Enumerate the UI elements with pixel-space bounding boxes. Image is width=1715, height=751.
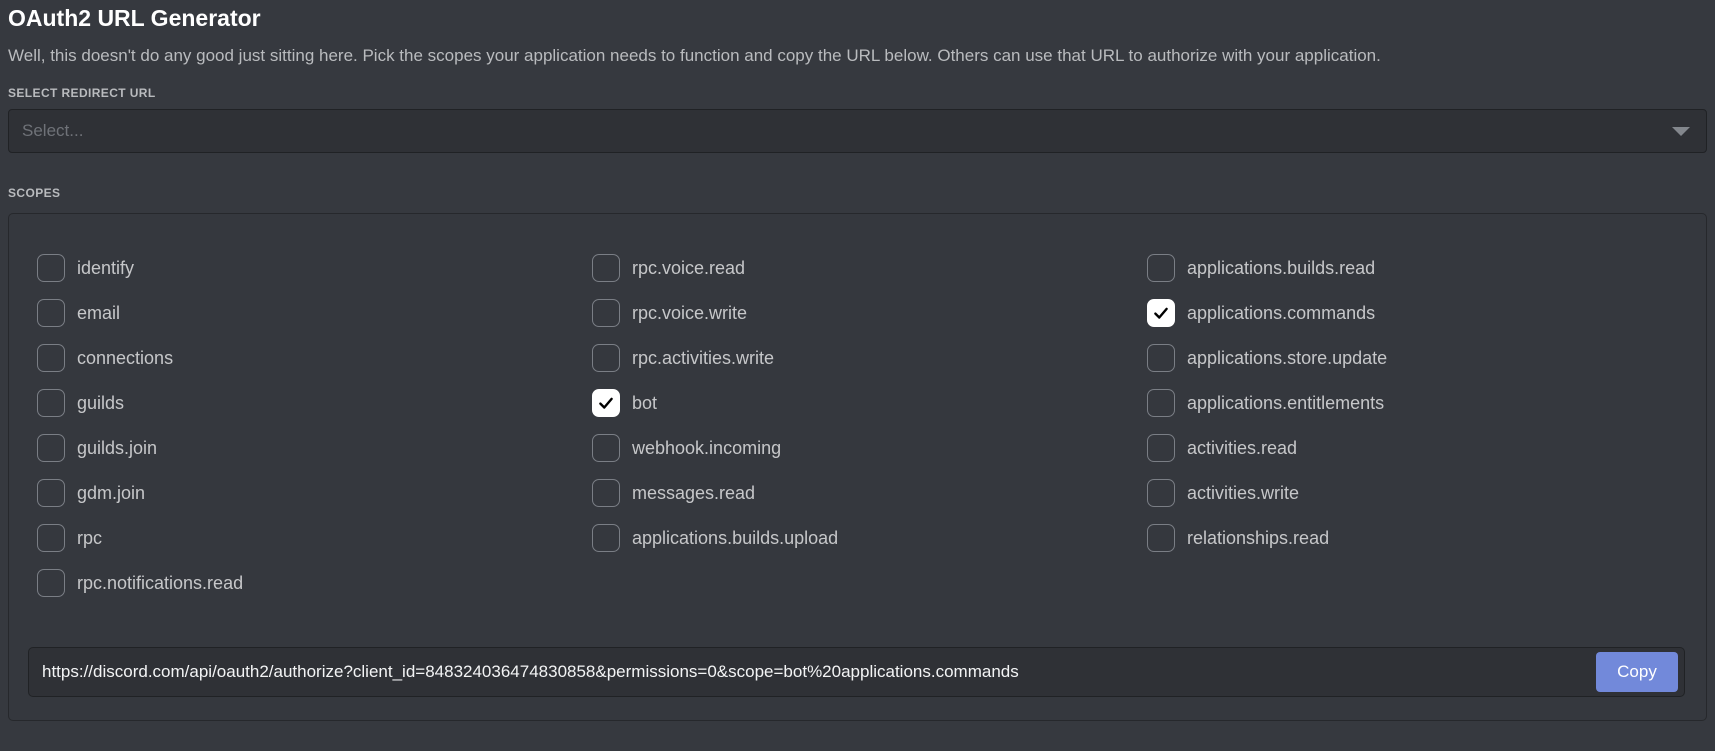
scope-row-rpc.notifications.read[interactable]: rpc.notifications.read (37, 569, 592, 597)
scope-row-rpc[interactable]: rpc (37, 524, 592, 552)
scope-row-applications.builds.upload[interactable]: applications.builds.upload (592, 524, 1147, 552)
scope-label: guilds.join (77, 438, 157, 459)
scope-label: activities.write (1187, 483, 1299, 504)
scope-row-bot[interactable]: bot (592, 389, 1147, 417)
scope-row-webhook.incoming[interactable]: webhook.incoming (592, 434, 1147, 462)
scope-checkbox-bot[interactable] (592, 389, 620, 417)
checkmark-icon (1152, 304, 1170, 322)
scope-row-connections[interactable]: connections (37, 344, 592, 372)
scope-label: applications.entitlements (1187, 393, 1384, 414)
scope-checkbox-guilds.join[interactable] (37, 434, 65, 462)
scope-label: rpc (77, 528, 102, 549)
scope-row-activities.read[interactable]: activities.read (1147, 434, 1702, 462)
scope-checkbox-applications.builds.read[interactable] (1147, 254, 1175, 282)
scope-checkbox-applications.builds.upload[interactable] (592, 524, 620, 552)
scope-label: applications.commands (1187, 303, 1375, 324)
oauth-url-text[interactable]: https://discord.com/api/oauth2/authorize… (42, 662, 1596, 682)
scope-checkbox-applications.store.update[interactable] (1147, 344, 1175, 372)
scope-row-messages.read[interactable]: messages.read (592, 479, 1147, 507)
scope-checkbox-messages.read[interactable] (592, 479, 620, 507)
oauth2-url-generator-page: OAuth2 URL Generator Well, this doesn't … (0, 0, 1715, 721)
checkmark-icon (597, 394, 615, 412)
scope-checkbox-rpc.voice.write[interactable] (592, 299, 620, 327)
scope-label: webhook.incoming (632, 438, 781, 459)
scope-row-applications.store.update[interactable]: applications.store.update (1147, 344, 1702, 372)
scope-row-activities.write[interactable]: activities.write (1147, 479, 1702, 507)
scope-row-applications.entitlements[interactable]: applications.entitlements (1147, 389, 1702, 417)
scope-label: relationships.read (1187, 528, 1329, 549)
scope-label: applications.store.update (1187, 348, 1387, 369)
scope-checkbox-identify[interactable] (37, 254, 65, 282)
redirect-url-label: SELECT REDIRECT URL (8, 86, 1707, 100)
scopes-grid: identify email connections guilds guilds.joi… (37, 254, 1686, 614)
scope-label: applications.builds.upload (632, 528, 838, 549)
scope-row-email[interactable]: email (37, 299, 592, 327)
scope-label: applications.builds.read (1187, 258, 1375, 279)
scope-row-rpc.voice.read[interactable]: rpc.voice.read (592, 254, 1147, 282)
scope-checkbox-gdm.join[interactable] (37, 479, 65, 507)
scope-checkbox-rpc.notifications.read[interactable] (37, 569, 65, 597)
scope-row-applications.builds.read[interactable]: applications.builds.read (1147, 254, 1702, 282)
scopes-label: SCOPES (8, 186, 1707, 200)
scope-label: guilds (77, 393, 124, 414)
scope-row-guilds.join[interactable]: guilds.join (37, 434, 592, 462)
scope-checkbox-rpc.voice.read[interactable] (592, 254, 620, 282)
chevron-down-icon (1672, 127, 1690, 136)
scope-label: identify (77, 258, 134, 279)
scope-row-rpc.voice.write[interactable]: rpc.voice.write (592, 299, 1147, 327)
scope-row-guilds[interactable]: guilds (37, 389, 592, 417)
scope-label: rpc.notifications.read (77, 573, 243, 594)
scope-label: rpc.voice.read (632, 258, 745, 279)
scope-label: bot (632, 393, 657, 414)
scope-column-2: rpc.voice.read rpc.voice.write rpc.activit… (592, 254, 1147, 614)
scope-checkbox-rpc[interactable] (37, 524, 65, 552)
scope-column-1: identify email connections guilds guilds.joi… (37, 254, 592, 614)
scope-checkbox-rpc.activities.write[interactable] (592, 344, 620, 372)
scope-label: activities.read (1187, 438, 1297, 459)
copy-button[interactable]: Copy (1596, 652, 1678, 692)
scope-column-3: applications.builds.read applications.com… (1147, 254, 1702, 614)
scope-checkbox-guilds[interactable] (37, 389, 65, 417)
scope-label: connections (77, 348, 173, 369)
scope-row-applications.commands[interactable]: applications.commands (1147, 299, 1702, 327)
scope-label: email (77, 303, 120, 324)
scope-row-rpc.activities.write[interactable]: rpc.activities.write (592, 344, 1147, 372)
scope-label: rpc.activities.write (632, 348, 774, 369)
page-description: Well, this doesn't do any good just sitt… (8, 45, 1707, 67)
scope-checkbox-applications.commands[interactable] (1147, 299, 1175, 327)
scope-label: rpc.voice.write (632, 303, 747, 324)
scope-checkbox-email[interactable] (37, 299, 65, 327)
redirect-url-select[interactable]: Select... (8, 109, 1707, 153)
scope-checkbox-webhook.incoming[interactable] (592, 434, 620, 462)
scope-checkbox-activities.write[interactable] (1147, 479, 1175, 507)
scopes-panel: identify email connections guilds guilds.joi… (8, 213, 1707, 721)
scope-label: messages.read (632, 483, 755, 504)
oauth-url-bar: https://discord.com/api/oauth2/authorize… (28, 647, 1685, 697)
scope-row-identify[interactable]: identify (37, 254, 592, 282)
scope-checkbox-connections[interactable] (37, 344, 65, 372)
page-title: OAuth2 URL Generator (8, 3, 1707, 33)
redirect-url-placeholder: Select... (22, 121, 1672, 141)
scope-label: gdm.join (77, 483, 145, 504)
scope-checkbox-applications.entitlements[interactable] (1147, 389, 1175, 417)
scope-checkbox-activities.read[interactable] (1147, 434, 1175, 462)
scope-row-gdm.join[interactable]: gdm.join (37, 479, 592, 507)
scope-checkbox-relationships.read[interactable] (1147, 524, 1175, 552)
scope-row-relationships.read[interactable]: relationships.read (1147, 524, 1702, 552)
